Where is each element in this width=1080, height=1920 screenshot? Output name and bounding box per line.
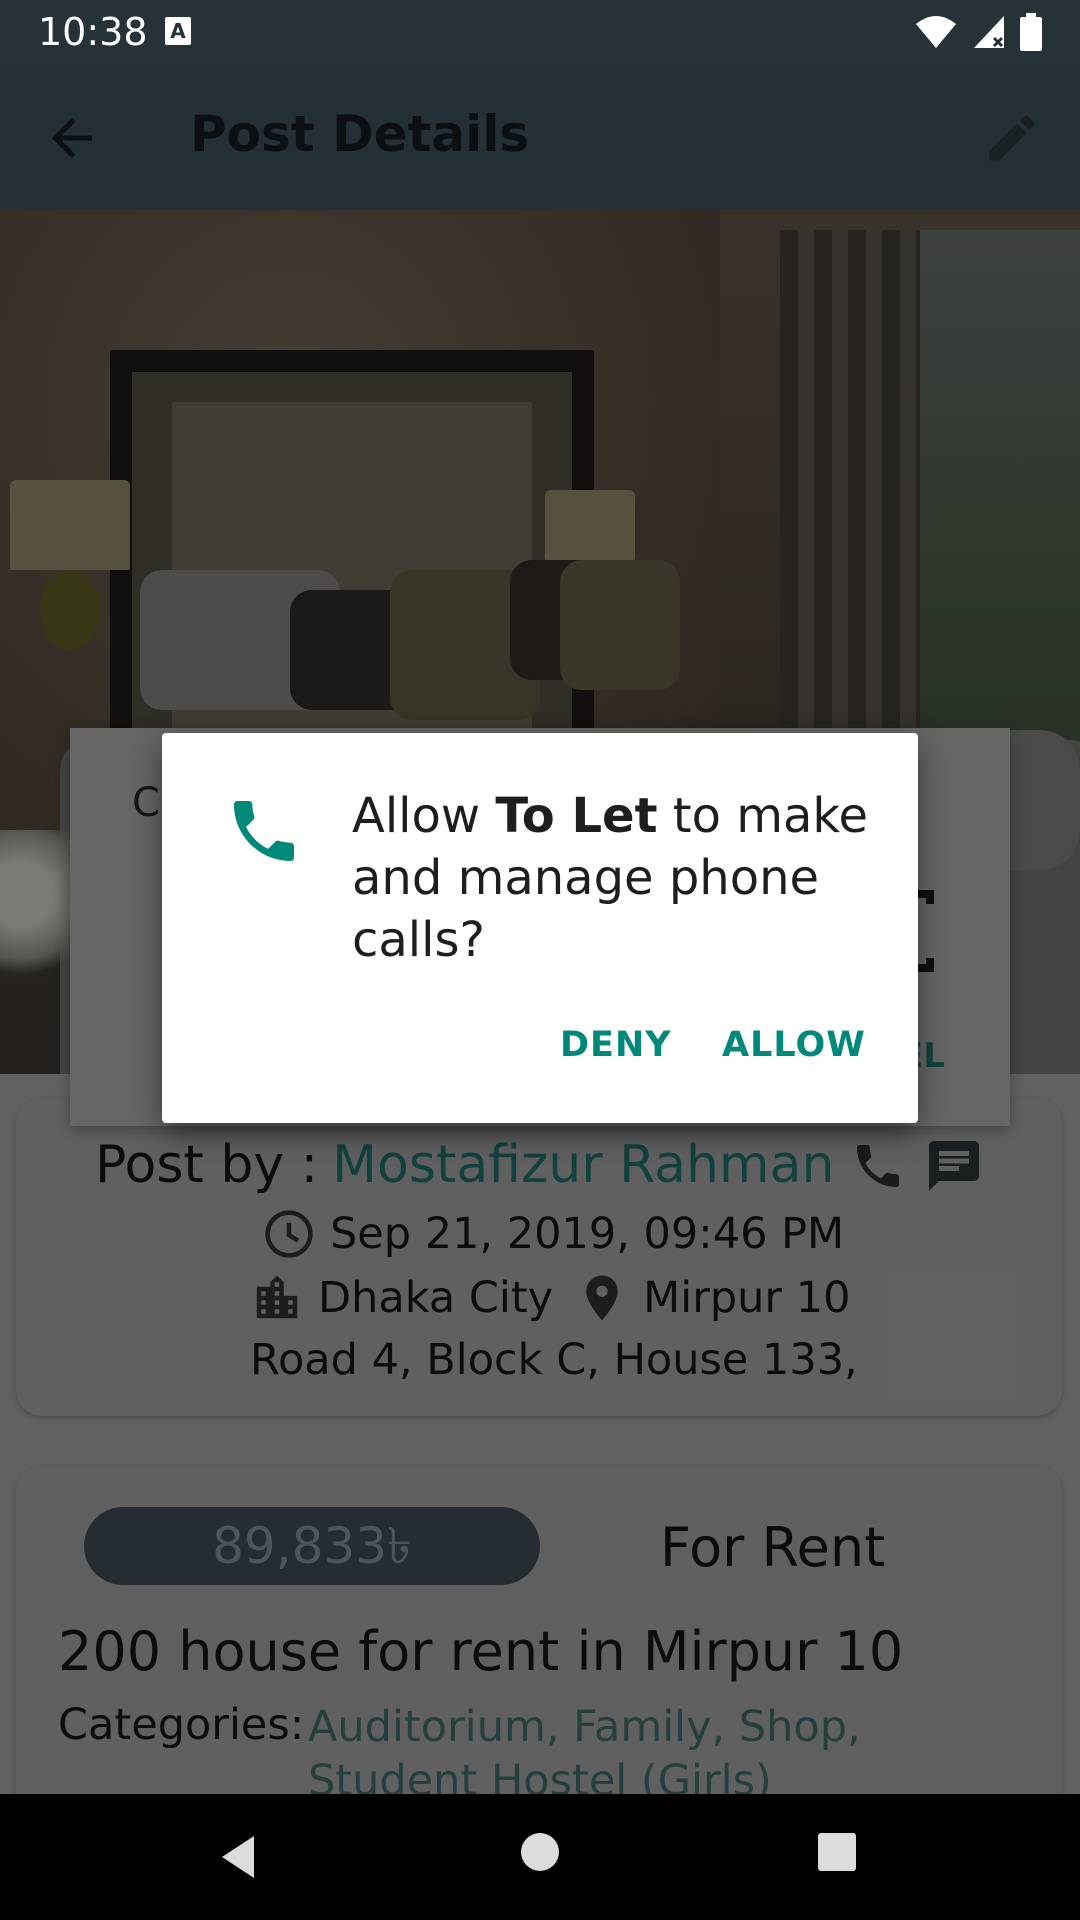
post-city: Dhaka City [318,1273,554,1323]
photo-lamp [10,480,130,570]
phone-icon[interactable] [850,1138,906,1194]
status-time: 10:38 [38,10,148,54]
nav-home-icon[interactable] [520,1832,560,1872]
location-pin-icon [586,1275,618,1321]
photo-lamp-right [545,490,635,560]
post-address: Road 4, Block C, House 133, [250,1335,858,1385]
status-icons [914,13,1042,51]
permission-message: Allow To Let to make and manage phone ca… [352,785,872,971]
categories-values: Auditorium, Family, Shop, Student Hostel… [308,1702,861,1806]
status-bar: 10:38 A [0,0,1080,63]
post-by-row: Post by : Mostafizur Rahman [95,1135,834,1195]
phone-icon [234,801,294,861]
allow-button[interactable]: ALLOW [722,1025,866,1065]
photo-flowers [0,830,70,990]
listing-title: 200 house for rent in Mirpur 10 [58,1620,904,1683]
nav-back-icon[interactable] [214,1832,264,1882]
arrow-back-icon[interactable] [42,108,102,168]
keyboard-indicator-icon: A [165,17,191,45]
post-location-row: Dhaka City Mirpur 10 [250,1271,851,1325]
rent-type: For Rent [660,1516,886,1579]
page-title: Post Details [190,105,530,163]
clock-icon [265,1210,313,1258]
post-address-row: Road 4, Block C, House 133, [250,1335,858,1385]
city-icon [256,1275,298,1319]
message-icon[interactable] [924,1136,984,1196]
deny-button[interactable]: DENY [560,1025,672,1065]
price-badge: 89,833৳ [84,1507,540,1585]
categories-label: Categories: [58,1700,305,1750]
post-area: Mirpur 10 [643,1273,851,1323]
contact-dialog-text: C [132,780,160,826]
photo-pillow [560,560,680,690]
photo-lamp-base [40,570,100,650]
permission-app-name: To Let [495,788,658,844]
pencil-icon[interactable] [982,108,1042,168]
post-by-label: Post by : [95,1135,319,1195]
author-link[interactable]: Mostafizur Rahman [332,1135,834,1195]
cell-signal-icon [974,16,1004,48]
app-bar: Post Details [0,63,1080,210]
post-date-row: Sep 21, 2019, 09:46 PM [262,1207,844,1261]
navigation-bar [0,1794,1080,1920]
post-date: Sep 21, 2019, 09:46 PM [330,1209,845,1259]
nav-recents-icon[interactable] [817,1832,857,1872]
battery-icon [1020,13,1042,51]
permission-dialog: Allow To Let to make and manage phone ca… [162,733,918,1123]
permission-text-before: Allow [352,788,496,844]
wifi-icon [916,16,956,48]
